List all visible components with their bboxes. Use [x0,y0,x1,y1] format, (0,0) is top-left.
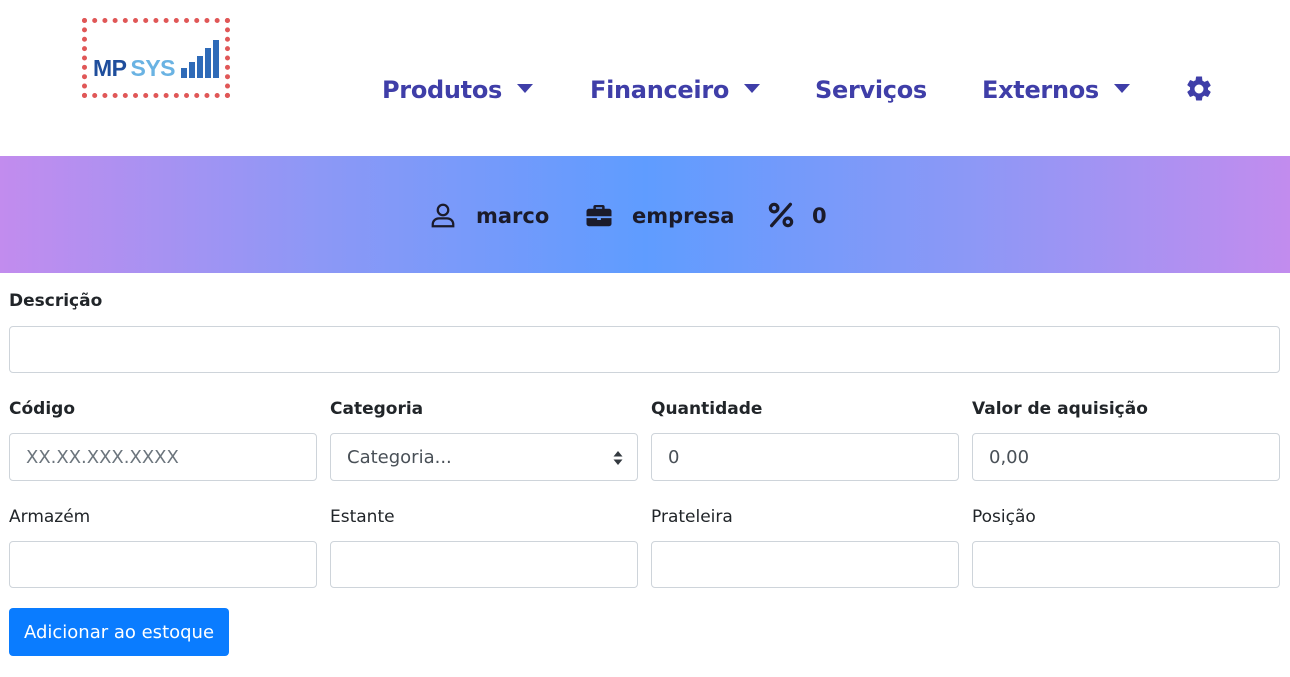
estante-label: Estante [330,507,395,527]
nav-financeiro-label: Financeiro [590,76,730,104]
categoria-label: Categoria [330,399,424,419]
brand-logo[interactable]: MP SYS [82,18,230,98]
add-to-stock-button[interactable]: Adicionar ao estoque [9,608,229,656]
nav-produtos[interactable]: Produtos [382,70,534,110]
posicao-input[interactable] [972,541,1280,588]
prateleira-input[interactable] [651,541,959,588]
armazem-label: Armazém [9,507,91,527]
user-icon [431,203,455,228]
quantidade-label: Quantidade [651,399,763,419]
select-arrows-icon [613,451,623,465]
gear-icon[interactable] [1184,74,1214,104]
descricao-input[interactable] [9,326,1280,373]
descricao-label: Descrição [9,291,103,311]
logo-text-sys: SYS [130,55,176,81]
categoria-selected-value: Categoria... [347,446,452,468]
posicao-label: Posição [972,507,1036,527]
percent-value: 0 [812,204,827,228]
nav-financeiro[interactable]: Financeiro [590,70,761,110]
nav-externos-label: Externos [982,76,1099,104]
user-name: marco [476,204,550,228]
valor-aquisicao-input[interactable] [972,433,1280,481]
caret-down-icon [517,83,534,93]
nav-servicos[interactable]: Serviços [815,70,927,110]
briefcase-icon [586,205,612,227]
status-banner: marco empresa 0 [0,156,1290,273]
header: MP SYS Produtos Financeiro Serviços Exter… [0,0,1290,156]
quantidade-input[interactable] [651,433,959,481]
caret-down-icon [1113,83,1130,93]
company-name: empresa [632,204,735,228]
categoria-select[interactable]: Categoria... [330,433,638,481]
estante-input[interactable] [330,541,638,588]
logo-text-mp: MP [92,55,127,81]
codigo-input[interactable] [9,433,317,481]
valor-aquisicao-label: Valor de aquisição [972,399,1148,419]
nav-servicos-label: Serviços [815,76,927,104]
logo-wordmark: MP SYS [92,40,220,81]
percent-icon [768,202,794,228]
bar-chart-icon [181,40,220,78]
armazem-input[interactable] [9,541,317,588]
nav-externos[interactable]: Externos [982,70,1130,110]
caret-down-icon [744,83,761,93]
nav-produtos-label: Produtos [382,76,503,104]
codigo-label: Código [9,399,75,419]
prateleira-label: Prateleira [651,507,733,527]
